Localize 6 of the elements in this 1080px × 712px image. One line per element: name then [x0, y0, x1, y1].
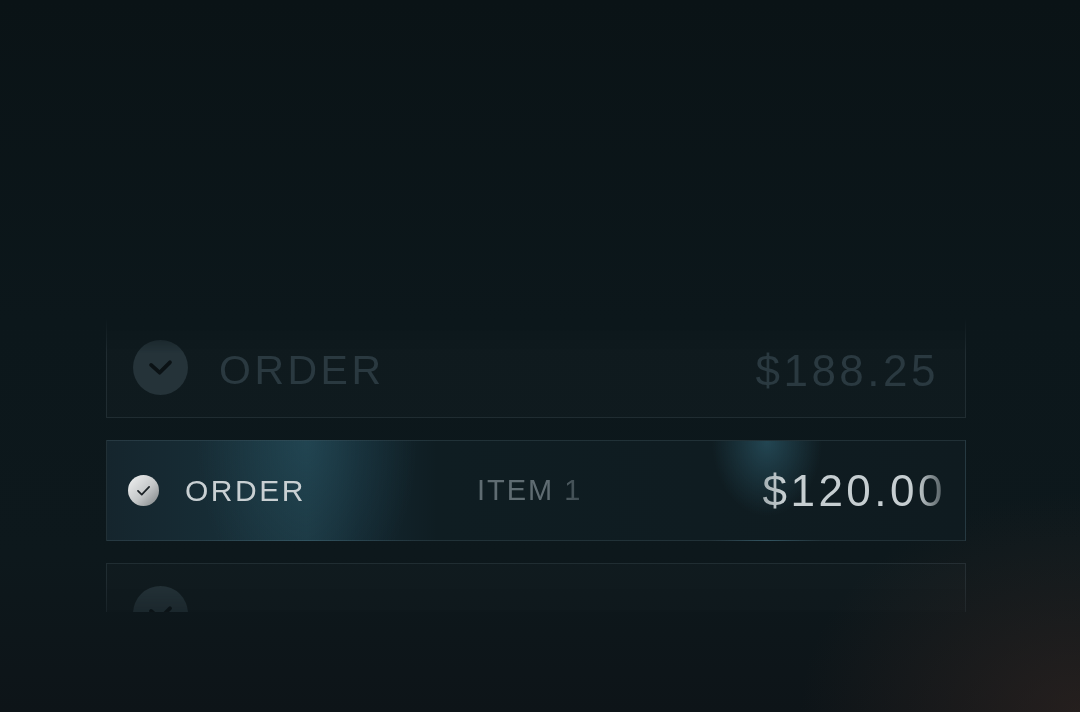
item-label: ITEM 1: [477, 476, 583, 505]
order-row[interactable]: ORDER ITEM 1 $120.00: [106, 440, 966, 541]
order-label: ORDER: [185, 475, 307, 506]
check-circle-icon: [128, 475, 159, 506]
order-amount: $120.00: [762, 468, 946, 513]
check-circle-icon: [133, 340, 188, 395]
